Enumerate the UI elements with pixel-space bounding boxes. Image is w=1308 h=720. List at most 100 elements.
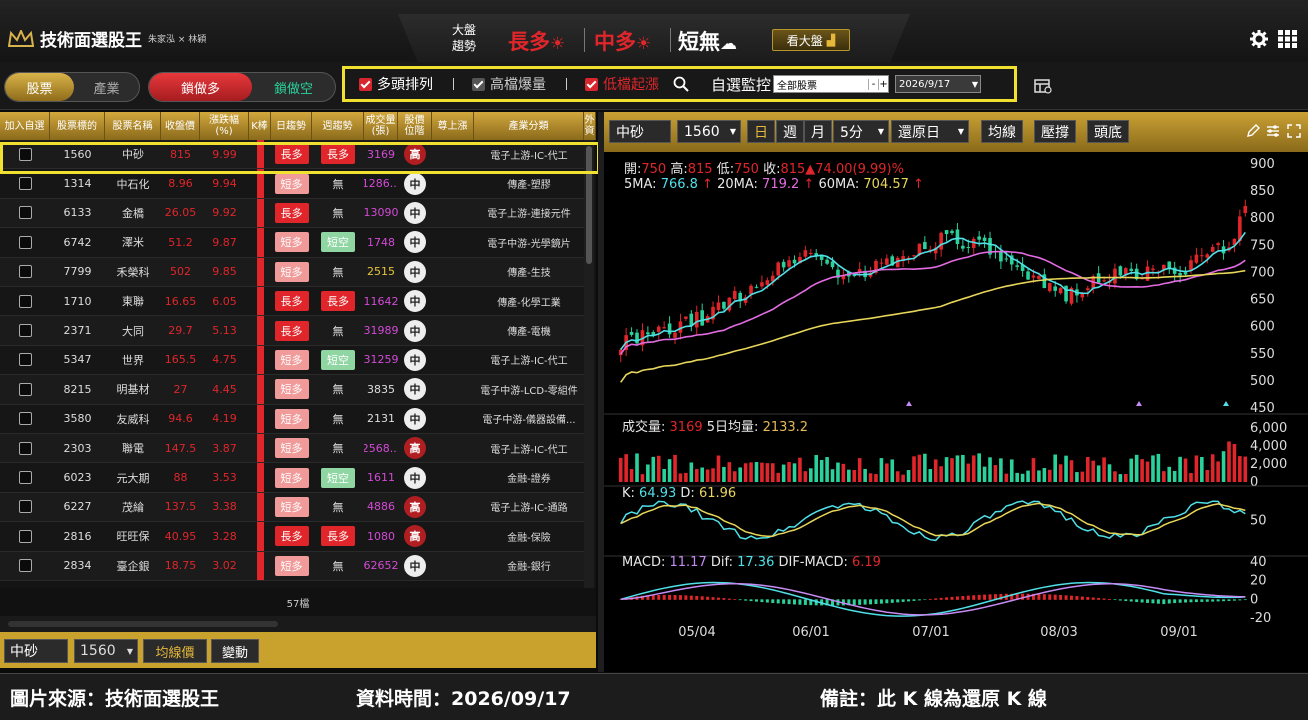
horizontal-scrollbar[interactable] bbox=[0, 616, 596, 632]
table-settings-icon[interactable] bbox=[1034, 79, 1052, 94]
pane-divider[interactable] bbox=[598, 112, 604, 672]
restore-select[interactable]: 還原日 ▼ bbox=[891, 120, 969, 143]
add-watchlist-checkbox[interactable] bbox=[18, 382, 32, 396]
column-header[interactable]: 日趨勢 bbox=[271, 112, 312, 140]
top-bottom-button[interactable]: 頭底 bbox=[1087, 120, 1129, 143]
price-chart[interactable]: 45050055060065070075080085090002,0004,00… bbox=[604, 152, 1308, 672]
period-week-button[interactable]: 週 bbox=[776, 120, 804, 143]
watch-select[interactable]: 全部股票 - + bbox=[773, 75, 890, 93]
add-watchlist-checkbox[interactable] bbox=[18, 235, 32, 249]
candle-body bbox=[1047, 283, 1052, 292]
table-row[interactable]: 7799 禾榮科 502 9.85 短多 無 2515 中 傳產-生技 bbox=[0, 257, 584, 287]
table-row[interactable]: 6023 元大期 88 3.53 短多 短空 1611 中 金融-證券 bbox=[0, 463, 584, 493]
add-watchlist-cell[interactable] bbox=[0, 316, 50, 344]
sliders-icon[interactable] bbox=[1266, 124, 1280, 138]
table-row[interactable]: 6133 金橋 26.05 9.92 長多 無 13090 中 電子上游-連接元件 bbox=[0, 198, 584, 229]
add-watchlist-checkbox[interactable] bbox=[18, 206, 32, 220]
expand-icon[interactable] bbox=[1287, 124, 1301, 138]
column-header[interactable]: 外資 bbox=[584, 112, 596, 140]
volume-bar bbox=[1026, 470, 1030, 482]
table-row[interactable]: 1710 東聯 16.65 6.05 長多 長多 11642 中 傳產-化學工業 bbox=[0, 287, 584, 317]
candle-body bbox=[792, 259, 797, 264]
pen-icon[interactable] bbox=[1246, 124, 1260, 138]
add-watchlist-cell[interactable] bbox=[0, 287, 50, 315]
quote-name-field[interactable]: 中砂 bbox=[4, 639, 68, 663]
change-button[interactable]: 變動 bbox=[211, 639, 259, 663]
volume-bar bbox=[1069, 460, 1074, 482]
volume-tick: 2,000 bbox=[1250, 457, 1287, 472]
long-short-toggle[interactable]: 鎖做多 鎖做空 bbox=[148, 72, 336, 102]
filter-bull-arrangement[interactable]: 多頭排列 bbox=[359, 74, 433, 94]
week-trend-text: 無 bbox=[332, 442, 344, 456]
tab-lock-long[interactable]: 鎖做多 bbox=[149, 73, 252, 101]
grid-menu-icon[interactable] bbox=[1278, 30, 1298, 48]
add-watchlist-cell[interactable] bbox=[0, 552, 50, 580]
tab-industry[interactable]: 產業 bbox=[74, 73, 139, 101]
tab-stock[interactable]: 股票 bbox=[5, 73, 74, 101]
table-row[interactable]: 2834 臺企銀 18.75 3.02 短多 無 62652 中 金融-銀行 bbox=[0, 551, 584, 581]
quote-code-select[interactable]: 1560 ▼ bbox=[74, 639, 138, 663]
chart-code-select[interactable]: 1560 ▼ bbox=[677, 120, 741, 143]
column-header[interactable]: 週趨勢 bbox=[312, 112, 364, 140]
column-header[interactable]: K棒 bbox=[249, 112, 271, 140]
table-row[interactable]: 6227 茂綸 137.5 3.38 短多 無 4886 高 電子上游-IC-通路 bbox=[0, 492, 584, 523]
add-watchlist-checkbox[interactable] bbox=[18, 294, 32, 308]
add-watchlist-checkbox[interactable] bbox=[18, 529, 32, 543]
add-watchlist-checkbox[interactable] bbox=[18, 265, 32, 279]
search-icon[interactable] bbox=[673, 76, 689, 92]
table-row[interactable]: 3580 友威科 94.6 4.19 短多 無 2131 中 電子中游-儀器設備... bbox=[0, 404, 584, 434]
add-watchlist-checkbox[interactable] bbox=[18, 177, 32, 191]
column-header[interactable]: 股價 位階 bbox=[398, 112, 432, 140]
signal-marker bbox=[1136, 401, 1142, 406]
table-row[interactable]: 5347 世界 165.5 4.75 短多 短空 31259 中 電子上游-IC-代工 bbox=[0, 345, 584, 376]
table-row[interactable]: 6742 澤米 51.2 9.87 短多 短空 1748 中 電子中游-光學鏡片 bbox=[0, 228, 584, 258]
filter-low-rise[interactable]: 低檔起漲 bbox=[585, 74, 659, 94]
date-select[interactable]: 2026/9/17 ▼ bbox=[895, 75, 982, 93]
support-resistance-button[interactable]: 壓撐 bbox=[1034, 120, 1076, 143]
column-header[interactable]: 成交量 (張) bbox=[364, 112, 398, 140]
ma-button[interactable]: 均線 bbox=[981, 120, 1023, 143]
column-header[interactable]: 股票標的 bbox=[50, 112, 105, 140]
add-watchlist-checkbox[interactable] bbox=[18, 412, 32, 426]
period-month-button[interactable]: 月 bbox=[804, 120, 832, 143]
column-header[interactable]: 尊上漲 bbox=[432, 112, 474, 140]
add-watchlist-cell[interactable] bbox=[0, 258, 50, 286]
table-row[interactable]: 2303 聯電 147.5 3.87 短多 無 2568... 高 電子上游-IC-代工 bbox=[0, 434, 584, 464]
add-watchlist-cell[interactable] bbox=[0, 522, 50, 550]
add-watchlist-cell[interactable] bbox=[0, 375, 50, 403]
add-watchlist-cell[interactable] bbox=[0, 434, 50, 462]
add-watchlist-checkbox[interactable] bbox=[18, 353, 32, 367]
column-header[interactable]: 收盤價 bbox=[161, 112, 200, 140]
table-row[interactable]: 2371 大同 29.7 5.13 長多 無 31989 中 傳產-電機 bbox=[0, 316, 584, 346]
period-minute-select[interactable]: 5分 ▼ bbox=[833, 120, 889, 143]
gear-icon[interactable] bbox=[1250, 30, 1268, 48]
period-day-button[interactable]: 日 bbox=[747, 120, 775, 143]
add-watchlist-cell[interactable] bbox=[0, 463, 50, 491]
price-tick: 600 bbox=[1250, 320, 1275, 335]
column-header[interactable]: 加入自選 bbox=[0, 112, 50, 140]
add-watchlist-checkbox[interactable] bbox=[18, 559, 32, 573]
chart-stock-name[interactable]: 中砂 bbox=[609, 120, 671, 143]
view-market-button[interactable]: 看大盤 ▟ bbox=[772, 29, 850, 51]
close-price: 165.5 bbox=[164, 353, 197, 367]
add-watchlist-cell[interactable] bbox=[0, 405, 50, 433]
column-header[interactable]: 股票名稱 bbox=[105, 112, 161, 140]
filter-high-volume[interactable]: 高檔爆量 bbox=[472, 74, 546, 94]
add-watchlist-checkbox[interactable] bbox=[18, 324, 32, 338]
column-header[interactable]: 產業分類 bbox=[474, 112, 584, 140]
add-watchlist-cell[interactable] bbox=[0, 493, 50, 521]
volume-bar bbox=[1102, 457, 1106, 482]
table-row[interactable]: 2816 旺旺保 40.95 3.28 長多 長多 1080 高 金融-保險 bbox=[0, 522, 584, 552]
stock-industry-toggle[interactable]: 股票 產業 bbox=[4, 72, 140, 102]
ma-price-button[interactable]: 均線價 bbox=[143, 639, 207, 663]
table-row[interactable]: 8215 明基材 27 4.45 短多 無 3835 中 電子中游-LCD-零組件 bbox=[0, 375, 584, 405]
add-watchlist-cell[interactable] bbox=[0, 199, 50, 227]
add-watchlist-cell[interactable] bbox=[0, 346, 50, 374]
column-header[interactable]: 漲跌幅 (%) bbox=[200, 112, 249, 140]
tab-lock-short[interactable]: 鎖做空 bbox=[252, 73, 335, 101]
add-watchlist-checkbox[interactable] bbox=[18, 471, 32, 485]
add-watchlist-cell[interactable] bbox=[0, 228, 50, 256]
add-watchlist-checkbox[interactable] bbox=[18, 500, 32, 514]
add-watchlist-checkbox[interactable] bbox=[18, 441, 32, 455]
table-scrollbar[interactable] bbox=[584, 140, 594, 588]
